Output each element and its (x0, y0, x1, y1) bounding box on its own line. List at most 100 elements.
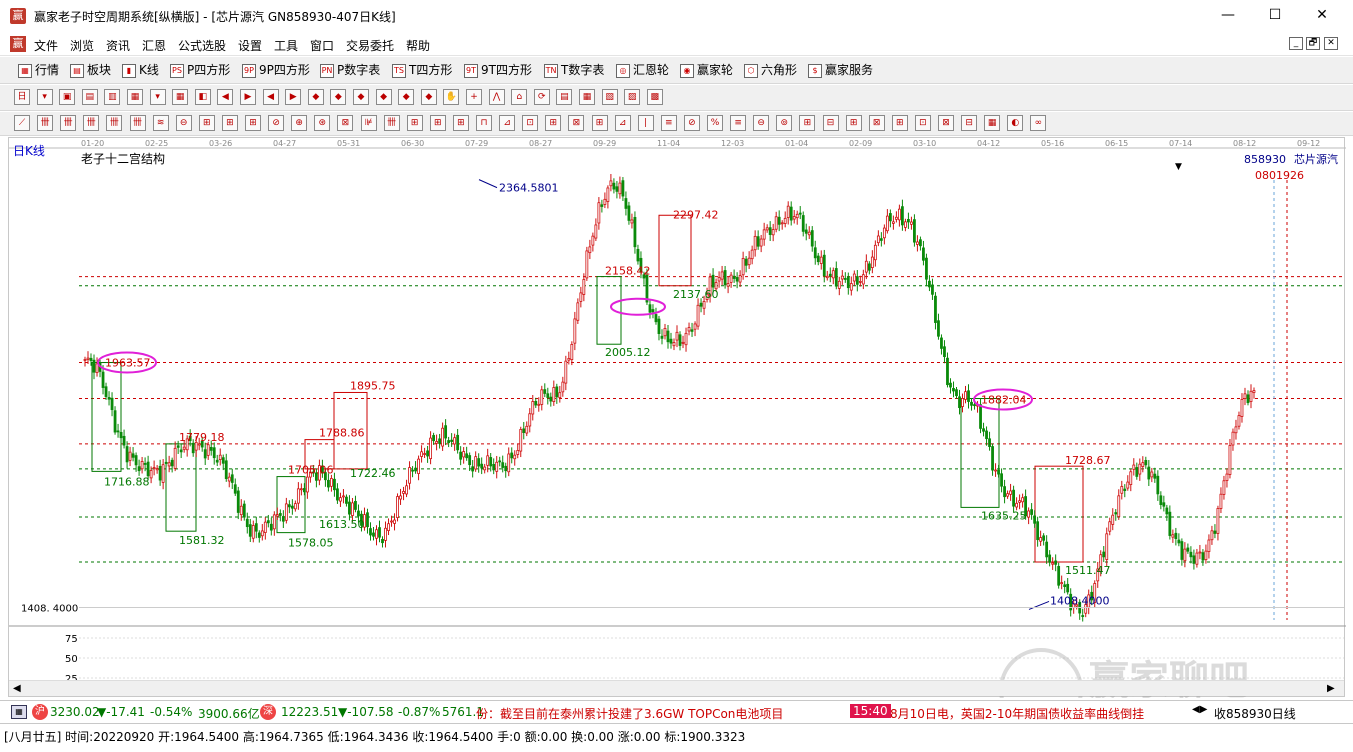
news-item-2[interactable]: 8月10日电，英国2-10年期国债收益率曲线倒挂 (890, 705, 1144, 722)
toolbar3-tool-icon[interactable]: ⊞ (221, 115, 238, 131)
toolbar-t-square[interactable]: TS T四方形 (392, 61, 452, 78)
toolbar3-tool-icon[interactable]: % (707, 115, 723, 131)
toolbar-hexagon[interactable]: ⬡ 六角形 (744, 61, 797, 78)
toolbar2-tool-icon[interactable]: ◆ (353, 89, 369, 105)
toolbar3-tool-icon[interactable]: ⊞ (799, 115, 816, 131)
toolbar3-tool-icon[interactable]: ⊿ (614, 115, 631, 131)
toolbar3-tool-icon[interactable]: ⊖ (753, 115, 770, 131)
toolbar3-tool-icon[interactable]: ◐ (1007, 115, 1024, 131)
close-button[interactable]: ✕ (1299, 0, 1345, 30)
menu-tools[interactable]: 工具 (274, 37, 298, 54)
toolbar2-tool-icon[interactable]: ▥ (104, 89, 121, 105)
toolbar2-tool-icon[interactable]: ▶ (240, 89, 256, 105)
toolbar2-tool-icon[interactable]: ▦ (127, 89, 143, 105)
toolbar3-tool-icon[interactable]: ≡ (730, 115, 747, 131)
toolbar3-tool-icon[interactable]: | (637, 115, 654, 131)
toolbar3-tool-icon[interactable]: ⊞ (591, 115, 608, 131)
toolbar3-tool-icon[interactable]: 卌 (37, 115, 54, 131)
toolbar-t-table[interactable]: TN T数字表 (544, 61, 604, 78)
toolbar3-tool-icon[interactable]: ⊿ (499, 115, 516, 131)
toolbar-quote[interactable]: ▦ 行情 (18, 61, 59, 78)
toolbar2-tool-icon[interactable]: + (466, 89, 482, 105)
toolbar3-tool-icon[interactable]: ⊡ (522, 115, 539, 131)
toolbar3-tool-icon[interactable]: ⊞ (406, 115, 423, 131)
toolbar2-tool-icon[interactable]: ▤ (556, 89, 573, 105)
toolbar2-tool-icon[interactable]: ◆ (420, 89, 437, 105)
toolbar-kline[interactable]: ▮ K线 (122, 61, 159, 78)
toolbar3-tool-icon[interactable]: ▦ (984, 115, 1001, 131)
toolbar2-tool-icon[interactable]: ▦ (172, 89, 189, 105)
toolbar3-tool-icon[interactable]: ⊞ (452, 115, 469, 131)
toolbar2-tool-icon[interactable]: ✋ (443, 89, 460, 105)
toolbar2-tool-icon[interactable]: ◀ (262, 89, 279, 105)
kline-chart[interactable]: 01-20 02-25 03-26 04-27 05-31 06-30 07-29 08-27… (9, 138, 1346, 698)
toolbar-huien-wheel[interactable]: ◎ 汇恩轮 (616, 61, 669, 78)
toolbar2-tool-icon[interactable]: ▨ (624, 89, 641, 105)
toolbar-p-table[interactable]: PN P数字表 (320, 61, 380, 78)
toolbar3-tool-icon[interactable]: 卌 (129, 115, 146, 131)
menu-browse[interactable]: 浏览 (70, 37, 94, 54)
scroll-right-icon[interactable]: ▶ (1327, 683, 1335, 694)
toolbar2-tool-icon[interactable]: ▦ (579, 89, 595, 105)
toolbar3-tool-icon[interactable]: ∞ (1030, 115, 1047, 131)
toolbar3-tool-icon[interactable]: ⊡ (914, 115, 931, 131)
toolbar3-tool-icon[interactable]: ⟋ (14, 115, 30, 131)
ticker-toggle-icon[interactable]: ◀▶ (1192, 704, 1207, 715)
toolbar-p-square[interactable]: PS P四方形 (170, 61, 230, 78)
toolbar3-tool-icon[interactable]: 卌 (60, 115, 77, 131)
panel-icon[interactable]: ▦ (11, 705, 27, 719)
toolbar2-tool-icon[interactable]: ◆ (330, 89, 347, 105)
toolbar3-tool-icon[interactable]: ⊠ (337, 115, 354, 131)
chart-dropdown-icon[interactable]: ▼ (1175, 162, 1182, 172)
toolbar-9t-square[interactable]: 9T 9T四方形 (464, 61, 532, 78)
menu-huien[interactable]: 汇恩 (142, 37, 166, 54)
mdi-close-button[interactable]: ✕ (1324, 37, 1338, 50)
toolbar2-tool-icon[interactable]: ▧ (601, 89, 618, 105)
toolbar2-tool-icon[interactable]: ▾ (149, 89, 166, 105)
toolbar2-tool-icon[interactable]: ▣ (59, 89, 76, 105)
toolbar-winner-wheel[interactable]: ◉ 赢家轮 (680, 61, 733, 78)
toolbar3-tool-icon[interactable]: 卌 (106, 115, 123, 131)
menu-formula[interactable]: 公式选股 (178, 37, 226, 54)
toolbar3-tool-icon[interactable]: ⊘ (268, 115, 285, 131)
toolbar3-tool-icon[interactable]: 卌 (83, 115, 100, 131)
chart-scrollbar[interactable]: ◀ ▶ (9, 680, 1344, 696)
toolbar2-tool-icon[interactable]: ▩ (646, 89, 663, 105)
menu-help[interactable]: 帮助 (406, 37, 430, 54)
toolbar2-tool-icon[interactable]: ◆ (398, 89, 415, 105)
news-ticker[interactable]: 份：截至目前在泰州累计投建了3.6GW TOPCon电池项目 15:40 8月1… (476, 701, 1188, 723)
menu-info[interactable]: 资讯 (106, 37, 130, 54)
toolbar2-tool-icon[interactable]: ⌂ (511, 89, 528, 105)
toolbar3-tool-icon[interactable]: ≡ (660, 115, 677, 131)
toolbar3-tool-icon[interactable]: ⊘ (683, 115, 700, 131)
toolbar2-tool-icon[interactable]: ◧ (194, 89, 211, 105)
mdi-minimize-button[interactable]: _ (1289, 37, 1303, 50)
toolbar2-tool-icon[interactable]: ⋀ (488, 89, 505, 105)
toolbar3-tool-icon[interactable]: ⊞ (198, 115, 215, 131)
toolbar3-tool-icon[interactable]: ⊛ (314, 115, 331, 131)
maximize-button[interactable]: ☐ (1252, 0, 1298, 30)
toolbar3-tool-icon[interactable]: ⊠ (568, 115, 585, 131)
toolbar3-tool-icon[interactable]: ⊚ (776, 115, 793, 131)
toolbar3-tool-icon[interactable]: ⊞ (845, 115, 862, 131)
menu-trade[interactable]: 交易委托 (346, 37, 394, 54)
toolbar2-tool-icon[interactable]: 日 (14, 89, 30, 105)
minimize-button[interactable]: — (1205, 0, 1251, 30)
toolbar3-tool-icon[interactable]: ⊠ (868, 115, 885, 131)
scroll-left-icon[interactable]: ◀ (13, 683, 21, 694)
news-item-1[interactable]: 份：截至目前在泰州累计投建了3.6GW TOPCon电池项目 (476, 705, 783, 722)
toolbar3-tool-icon[interactable]: ⊕ (291, 115, 308, 131)
toolbar-9p-square[interactable]: 9P 9P四方形 (242, 61, 310, 78)
toolbar3-tool-icon[interactable]: ⊠ (938, 115, 954, 131)
toolbar3-tool-icon[interactable]: ⊯ (360, 115, 377, 131)
toolbar3-tool-icon[interactable]: ⊞ (245, 115, 261, 131)
menu-settings[interactable]: 设置 (238, 37, 262, 54)
toolbar3-tool-icon[interactable]: 卌 (383, 115, 400, 131)
toolbar2-tool-icon[interactable]: ⟳ (533, 89, 550, 105)
toolbar2-tool-icon[interactable]: ◆ (307, 89, 324, 105)
toolbar3-tool-icon[interactable]: ⊟ (961, 115, 978, 131)
toolbar2-tool-icon[interactable]: ◀ (217, 89, 234, 105)
toolbar-sector[interactable]: ▤ 板块 (70, 61, 111, 78)
toolbar3-tool-icon[interactable]: ≋ (152, 115, 169, 131)
toolbar3-tool-icon[interactable]: ⊓ (476, 115, 492, 131)
